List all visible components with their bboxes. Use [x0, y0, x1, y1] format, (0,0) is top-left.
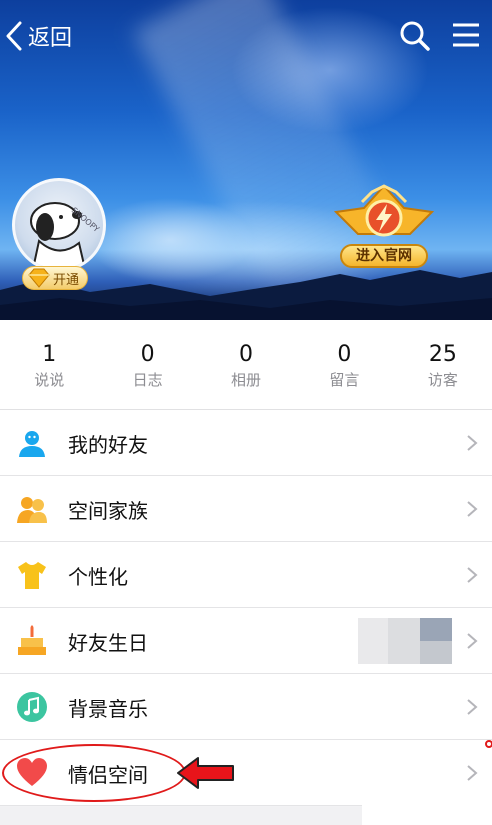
chevron-right-icon [467, 633, 478, 649]
stat-value: 1 [42, 342, 57, 367]
menu-item-family[interactable]: 空间家族 [0, 476, 492, 542]
cake-icon [18, 625, 46, 655]
official-site-button[interactable]: 进入官网 [332, 184, 436, 272]
stat-messages[interactable]: 0 留言 [295, 320, 393, 409]
menu-label: 好友生日 [68, 631, 148, 655]
family-icon [17, 497, 47, 523]
top-bar: 返回 [0, 0, 492, 70]
menu-item-birthday[interactable]: 好友生日 [0, 608, 492, 674]
stat-label: 日志 [132, 371, 163, 389]
chevron-right-icon [467, 567, 478, 583]
snoopy-avatar-image: SNOOPY [30, 202, 101, 269]
menu-label: 个性化 [68, 565, 128, 589]
annotation-highlight-oval [2, 744, 186, 802]
profile-cover: 返回 SNOOPY 开通 进入官网 [0, 0, 492, 320]
annotation-dot [485, 740, 492, 748]
back-button[interactable]: 返回 [4, 20, 72, 52]
official-site-label: 进入官网 [340, 244, 428, 268]
menu-label: 我的好友 [68, 433, 148, 457]
stat-value: 0 [239, 342, 254, 367]
annotation-arrow-icon [177, 757, 234, 789]
stats-bar: 1 说说 0 日志 0 相册 0 留言 25 访客 [0, 320, 492, 410]
person-icon [17, 428, 47, 458]
menu-icon [453, 23, 479, 47]
chevron-right-icon [467, 765, 478, 781]
vip-label: 开通 [53, 272, 80, 288]
chevron-right-icon [467, 435, 478, 451]
stat-value: 0 [140, 342, 155, 367]
back-label: 返回 [28, 26, 73, 51]
search-button[interactable] [398, 19, 432, 53]
music-icon [17, 692, 47, 722]
menu-label: 背景音乐 [68, 697, 148, 721]
lightning-crown-icon [333, 184, 435, 237]
avatar[interactable]: SNOOPY [12, 178, 106, 272]
stat-album[interactable]: 0 相册 [197, 320, 295, 409]
stat-value: 0 [337, 342, 352, 367]
stat-label: 留言 [329, 371, 360, 389]
menu-label: 空间家族 [68, 499, 148, 523]
menu-item-personalize[interactable]: 个性化 [0, 542, 492, 608]
stat-label: 相册 [231, 371, 262, 389]
bottom-white-patch [362, 790, 492, 825]
chevron-left-icon [6, 21, 22, 51]
vip-open-badge[interactable]: 开通 [22, 266, 89, 290]
tshirt-icon [18, 562, 46, 589]
stat-blog[interactable]: 0 日志 [98, 320, 196, 409]
search-icon [400, 21, 430, 51]
friend-avatars-preview [358, 618, 452, 664]
stat-label: 说说 [34, 371, 65, 389]
stat-shuoshuo[interactable]: 1 说说 [0, 320, 98, 409]
menu-item-friends[interactable]: 我的好友 [0, 410, 492, 476]
stat-value: 25 [428, 342, 457, 367]
chevron-right-icon [467, 501, 478, 517]
stat-visitors[interactable]: 25 访客 [394, 320, 492, 409]
stat-label: 访客 [427, 371, 458, 389]
diamond-icon [28, 268, 50, 288]
more-menu-button[interactable] [450, 19, 482, 51]
menu-item-music[interactable]: 背景音乐 [0, 674, 492, 740]
chevron-right-icon [467, 699, 478, 715]
